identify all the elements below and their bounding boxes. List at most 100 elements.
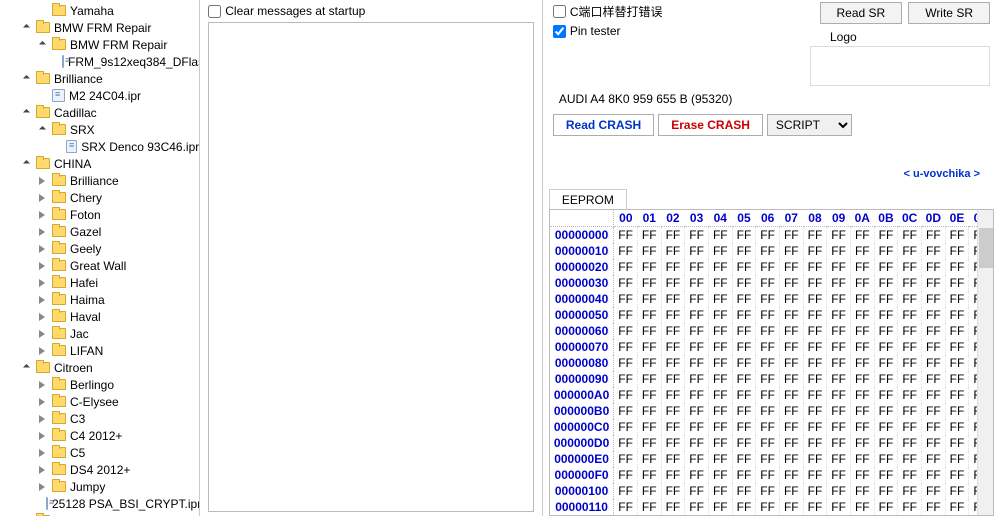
hex-cell[interactable]: FF bbox=[685, 323, 709, 339]
hex-cell[interactable]: FF bbox=[850, 419, 874, 435]
hex-cell[interactable]: FF bbox=[614, 403, 638, 419]
hex-scrollbar-thumb[interactable] bbox=[979, 228, 993, 268]
hex-cell[interactable]: FF bbox=[803, 243, 827, 259]
expand-icon[interactable] bbox=[36, 311, 48, 323]
hex-cell[interactable]: FF bbox=[614, 339, 638, 355]
hex-cell[interactable]: FF bbox=[732, 435, 756, 451]
hex-cell[interactable]: FF bbox=[732, 483, 756, 499]
hex-cell[interactable]: FF bbox=[614, 243, 638, 259]
hex-cell[interactable]: FF bbox=[661, 259, 685, 275]
hex-cell[interactable]: FF bbox=[874, 371, 898, 387]
hex-cell[interactable]: FF bbox=[827, 259, 851, 275]
hex-cell[interactable]: FF bbox=[732, 323, 756, 339]
hex-cell[interactable]: FF bbox=[756, 227, 780, 244]
tree-item[interactable]: Brilliance bbox=[0, 172, 199, 189]
expand-icon[interactable] bbox=[36, 243, 48, 255]
expand-icon[interactable] bbox=[36, 447, 48, 459]
hex-cell[interactable]: FF bbox=[779, 243, 803, 259]
hex-cell[interactable]: FF bbox=[874, 307, 898, 323]
hex-cell[interactable]: FF bbox=[756, 323, 780, 339]
hex-cell[interactable]: FF bbox=[874, 339, 898, 355]
hex-cell[interactable]: FF bbox=[614, 483, 638, 499]
hex-cell[interactable]: FF bbox=[827, 291, 851, 307]
expand-icon[interactable] bbox=[36, 396, 48, 408]
hex-cell[interactable]: FF bbox=[803, 483, 827, 499]
tree-item[interactable]: FRM_9s12xeq384_DFlash_EEE_ed2.i bbox=[0, 53, 199, 70]
hex-cell[interactable]: FF bbox=[898, 323, 922, 339]
hex-cell[interactable]: FF bbox=[850, 243, 874, 259]
hex-cell[interactable]: FF bbox=[756, 275, 780, 291]
hex-cell[interactable]: FF bbox=[708, 323, 732, 339]
hex-cell[interactable]: FF bbox=[779, 339, 803, 355]
hex-cell[interactable]: FF bbox=[756, 499, 780, 515]
hex-cell[interactable]: FF bbox=[874, 403, 898, 419]
hex-cell[interactable]: FF bbox=[850, 259, 874, 275]
hex-cell[interactable]: FF bbox=[945, 451, 969, 467]
hex-cell[interactable]: FF bbox=[874, 499, 898, 515]
hex-cell[interactable]: FF bbox=[779, 451, 803, 467]
tab-eeprom[interactable]: EEPROM bbox=[549, 189, 627, 210]
hex-cell[interactable]: FF bbox=[898, 355, 922, 371]
hex-cell[interactable]: FF bbox=[732, 227, 756, 244]
hex-cell[interactable]: FF bbox=[803, 259, 827, 275]
hex-cell[interactable]: FF bbox=[661, 451, 685, 467]
collapse-icon[interactable] bbox=[20, 22, 32, 34]
hex-cell[interactable]: FF bbox=[898, 371, 922, 387]
hex-cell[interactable]: FF bbox=[708, 339, 732, 355]
hex-cell[interactable]: FF bbox=[921, 387, 945, 403]
tree-item[interactable]: Hafei bbox=[0, 274, 199, 291]
hex-cell[interactable]: FF bbox=[685, 339, 709, 355]
hex-cell[interactable]: FF bbox=[614, 499, 638, 515]
hex-cell[interactable]: FF bbox=[874, 243, 898, 259]
tree-item[interactable]: C5 bbox=[0, 444, 199, 461]
hex-cell[interactable]: FF bbox=[661, 435, 685, 451]
hex-cell[interactable]: FF bbox=[661, 499, 685, 515]
collapse-icon[interactable] bbox=[20, 362, 32, 374]
hex-cell[interactable]: FF bbox=[945, 467, 969, 483]
hex-cell[interactable]: FF bbox=[921, 371, 945, 387]
hex-cell[interactable]: FF bbox=[637, 291, 661, 307]
tree-item[interactable]: Gazel bbox=[0, 223, 199, 240]
hex-cell[interactable]: FF bbox=[779, 227, 803, 244]
hex-cell[interactable]: FF bbox=[827, 371, 851, 387]
hex-cell[interactable]: FF bbox=[945, 435, 969, 451]
hex-cell[interactable]: FF bbox=[637, 387, 661, 403]
hex-cell[interactable]: FF bbox=[661, 323, 685, 339]
hex-cell[interactable]: FF bbox=[803, 355, 827, 371]
hex-cell[interactable]: FF bbox=[803, 403, 827, 419]
hex-cell[interactable]: FF bbox=[779, 499, 803, 515]
tree-item[interactable]: Jumpy bbox=[0, 478, 199, 495]
hex-cell[interactable]: FF bbox=[921, 307, 945, 323]
hex-cell[interactable]: FF bbox=[874, 419, 898, 435]
expand-icon[interactable] bbox=[36, 277, 48, 289]
hex-cell[interactable]: FF bbox=[756, 467, 780, 483]
hex-cell[interactable]: FF bbox=[637, 499, 661, 515]
hex-cell[interactable]: FF bbox=[708, 451, 732, 467]
hex-cell[interactable]: FF bbox=[661, 291, 685, 307]
hex-cell[interactable]: FF bbox=[661, 275, 685, 291]
hex-cell[interactable]: FF bbox=[685, 467, 709, 483]
hex-cell[interactable]: FF bbox=[945, 243, 969, 259]
hex-cell[interactable]: FF bbox=[661, 355, 685, 371]
script-select[interactable]: SCRIPT bbox=[767, 114, 852, 136]
hex-cell[interactable]: FF bbox=[827, 243, 851, 259]
hex-cell[interactable]: FF bbox=[637, 451, 661, 467]
hex-cell[interactable]: FF bbox=[945, 291, 969, 307]
hex-cell[interactable]: FF bbox=[921, 419, 945, 435]
tree-item[interactable]: Yamaha bbox=[0, 2, 199, 19]
file-tree[interactable]: YamahaBMW FRM RepairBMW FRM RepairFRM_9s… bbox=[0, 0, 200, 516]
hex-cell[interactable]: FF bbox=[898, 483, 922, 499]
hex-cell[interactable]: FF bbox=[779, 467, 803, 483]
hex-cell[interactable]: FF bbox=[874, 387, 898, 403]
hex-cell[interactable]: FF bbox=[637, 355, 661, 371]
hex-cell[interactable]: FF bbox=[661, 403, 685, 419]
hex-cell[interactable]: FF bbox=[614, 387, 638, 403]
hex-cell[interactable]: FF bbox=[945, 371, 969, 387]
messages-box[interactable] bbox=[208, 22, 534, 512]
hex-cell[interactable]: FF bbox=[756, 419, 780, 435]
hex-cell[interactable]: FF bbox=[685, 483, 709, 499]
hex-cell[interactable]: FF bbox=[614, 307, 638, 323]
tree-item[interactable]: C3 bbox=[0, 410, 199, 427]
hex-cell[interactable]: FF bbox=[945, 259, 969, 275]
hex-cell[interactable]: FF bbox=[614, 227, 638, 244]
